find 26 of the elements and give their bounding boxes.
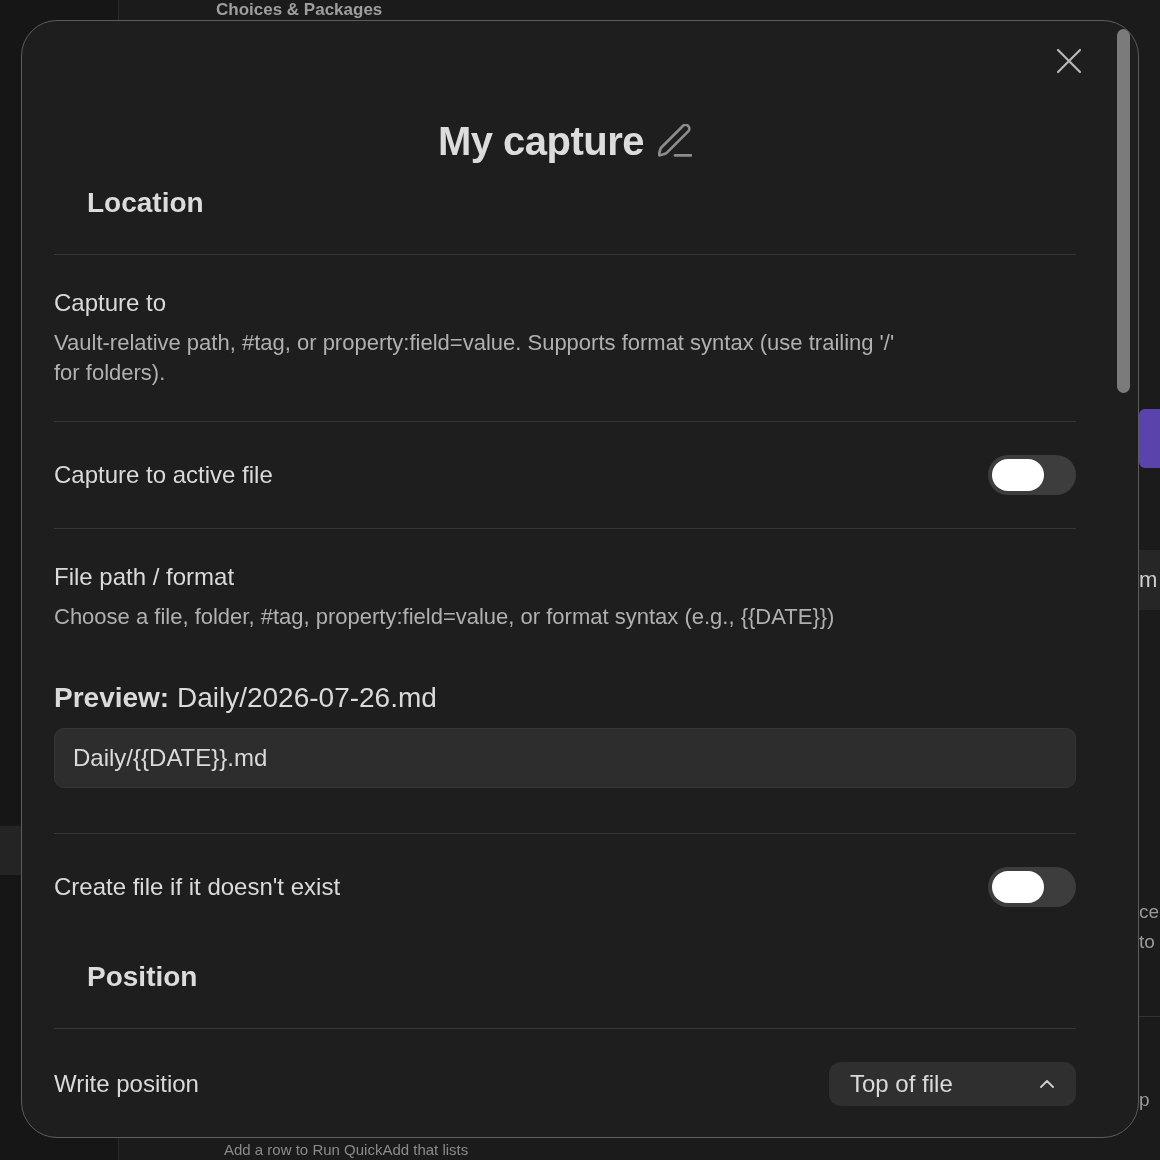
scrollbar-thumb[interactable] (1117, 29, 1130, 393)
setting-name: Capture to active file (54, 460, 273, 490)
close-icon (1056, 48, 1082, 74)
section-heading: Location (87, 187, 204, 218)
modal-title: My capture (437, 118, 645, 165)
page-heading: Choices & Packages (216, 0, 383, 20)
setting-name: Capture to (54, 288, 168, 318)
input-field[interactable]: Daily/{{DATE}}.md (54, 728, 1076, 788)
section-heading: Position (87, 961, 198, 992)
text-fragment: m (1139, 567, 1158, 593)
setting-name: Write position (54, 1069, 199, 1099)
setting-description: Choose a file, folder, #tag, property:field=value, or format syntax (e.g., {{DATE}}) (54, 603, 836, 631)
description-text: Add a row to Run QuickAdd that lists (224, 1140, 469, 1160)
text-fragment: to (1139, 930, 1156, 954)
preview-text: Preview: Daily/2026-07-26.md (54, 681, 437, 715)
chevron-up-icon (1040, 1080, 1054, 1088)
pencil-icon[interactable] (658, 124, 693, 158)
text-fragment: p (1139, 1088, 1150, 1112)
toggle-switch[interactable] (988, 455, 1076, 495)
list-row[interactable]: m (1139, 550, 1160, 610)
dropdown[interactable]: Top of file (829, 1062, 1076, 1106)
toggle-switch[interactable] (988, 867, 1076, 907)
setting-name: Create file if it doesn't exist (54, 872, 341, 902)
setting-description: Vault-relative path, #tag, or property:field=value. Supports format syntax (use trailing '/' for folders). (54, 329, 896, 387)
text-fragment: ce (1139, 900, 1160, 924)
setting-name: File path / format (54, 562, 236, 592)
